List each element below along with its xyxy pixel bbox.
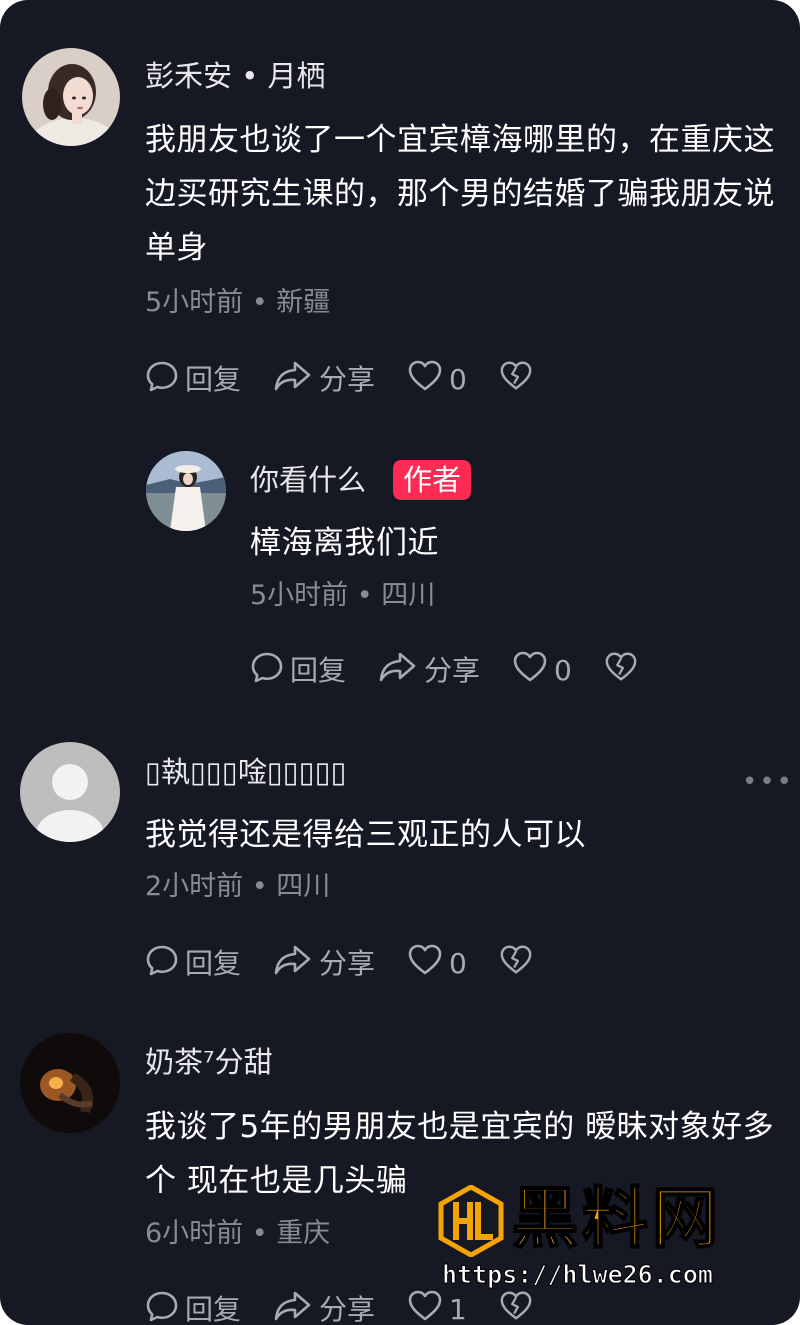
reply-button[interactable]: 回复 — [145, 1289, 241, 1325]
share-button[interactable]: 分享 — [378, 650, 480, 693]
watermark-title: 黑料网 — [511, 1179, 722, 1258]
comment-text[interactable]: 我觉得还是得给三观正的人可以 — [145, 808, 775, 862]
reply-label: 回复 — [290, 654, 347, 687]
hl-logo-icon — [438, 1184, 504, 1258]
avatar[interactable] — [20, 1033, 120, 1133]
reply-author[interactable]: 你看什么 — [250, 462, 366, 498]
like-count: 0 — [449, 947, 467, 980]
default-avatar-icon[interactable] — [20, 742, 120, 842]
share-arrow-icon — [378, 650, 424, 693]
broken-heart-icon — [499, 943, 539, 986]
share-button[interactable]: 分享 — [273, 943, 375, 986]
comment-actions: 回复 分享 0 — [145, 944, 539, 984]
share-label: 分享 — [319, 947, 376, 980]
like-count: 0 — [554, 654, 572, 687]
reply-button[interactable]: 回复 — [250, 650, 346, 693]
comment-bubble-icon — [250, 650, 290, 693]
dislike-button[interactable] — [604, 650, 644, 693]
comment-actions: 回复 分享 1 — [145, 1290, 539, 1325]
comment-text[interactable]: 我朋友也谈了一个宜宾樟海哪里的，在重庆这边买研究生课的，那个男的结婚了骗我朋友说… — [145, 113, 775, 275]
avatar[interactable] — [22, 48, 120, 146]
reply-button[interactable]: 回复 — [145, 943, 241, 986]
reply-label: 回复 — [185, 363, 242, 396]
reply-text[interactable]: 樟海离我们近 — [250, 516, 770, 570]
comment-meta: 5小时前 • 新疆 — [145, 287, 331, 318]
share-button[interactable]: 分享 — [273, 359, 375, 402]
share-label: 分享 — [424, 654, 481, 687]
more-dots-icon[interactable]: ••• — [742, 769, 794, 795]
like-button[interactable]: 0 — [407, 943, 467, 986]
comment-actions: 回复 分享 0 — [145, 360, 539, 400]
dislike-button[interactable] — [499, 943, 539, 986]
reply-label: 回复 — [185, 1293, 242, 1325]
share-arrow-icon — [273, 359, 319, 402]
broken-heart-icon — [604, 650, 644, 693]
comment-meta: 6小时前 • 重庆 — [145, 1218, 331, 1249]
reply-label: 回复 — [185, 947, 242, 980]
comment-author[interactable]: ▯執▯▯▯唫▯▯▯▯▯ — [145, 754, 347, 790]
reply-actions: 回复 分享 0 — [250, 651, 644, 691]
site-watermark: 黑料网 https://hlwe26.com — [438, 1179, 768, 1295]
share-arrow-icon — [273, 943, 319, 986]
share-label: 分享 — [319, 363, 376, 396]
comment-bubble-icon — [145, 943, 185, 986]
dislike-button[interactable] — [499, 359, 539, 402]
reply-button[interactable]: 回复 — [145, 359, 241, 402]
comment-bubble-icon — [145, 1289, 185, 1325]
share-button[interactable]: 分享 — [273, 1289, 375, 1325]
watermark-url: https://hlwe26.com — [442, 1260, 714, 1290]
broken-heart-icon — [499, 359, 539, 402]
like-button[interactable]: 0 — [407, 359, 467, 402]
reply-meta: 5小时前 • 四川 — [250, 580, 436, 611]
comments-screen: 彭禾安 • 月栖 我朋友也谈了一个宜宾樟海哪里的，在重庆这边买研究生课的，那个男… — [0, 0, 800, 1325]
heart-icon — [512, 650, 554, 693]
heart-icon — [407, 943, 449, 986]
heart-icon — [407, 359, 449, 402]
share-arrow-icon — [273, 1289, 319, 1325]
share-label: 分享 — [319, 1293, 376, 1325]
comment-author[interactable]: 奶茶⁷分甜 — [145, 1044, 273, 1080]
like-button[interactable]: 0 — [512, 650, 572, 693]
comment-author[interactable]: 彭禾安 • 月栖 — [145, 58, 326, 94]
avatar[interactable] — [146, 451, 226, 531]
like-count: 1 — [449, 1293, 467, 1325]
comment-bubble-icon — [145, 359, 185, 402]
like-count: 0 — [449, 363, 467, 396]
author-badge: 作者 — [393, 460, 472, 500]
comment-meta: 2小时前 • 四川 — [145, 871, 331, 902]
